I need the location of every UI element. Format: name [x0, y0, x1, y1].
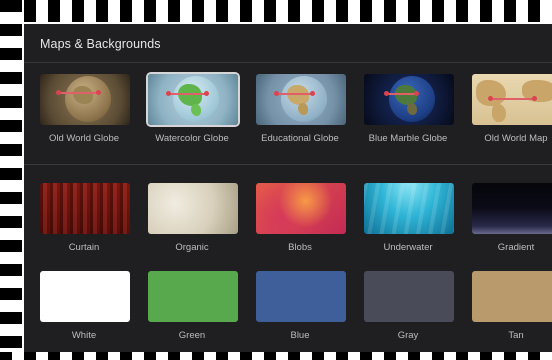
background-label: White: [71, 330, 97, 341]
panel-title: Maps & Backgrounds: [40, 37, 161, 51]
globe-icon: [173, 76, 219, 122]
underwater-swatch: [364, 183, 454, 234]
dashed-border-left: [0, 0, 22, 360]
dashed-border-bottom: [0, 352, 552, 360]
background-label: Gradient: [497, 242, 535, 253]
white-swatch: [40, 271, 130, 322]
curtain-swatch: [40, 183, 130, 234]
background-label: Green: [178, 330, 206, 341]
map-label: Educational Globe: [261, 133, 339, 144]
background-label: Underwater: [383, 242, 433, 253]
organic-swatch: [148, 183, 238, 234]
background-label: Organic: [175, 242, 209, 253]
gray-swatch: [364, 271, 454, 322]
map-label: Blue Marble Globe: [368, 133, 448, 144]
gradient-swatch: [472, 183, 552, 234]
globe-icon: [389, 76, 435, 122]
old-world-globe-thumbnail: [40, 74, 130, 125]
background-label: Blue: [290, 330, 310, 341]
background-label: Curtain: [68, 242, 100, 253]
background-label: Tan: [508, 330, 524, 341]
watercolor-globe-thumbnail: [148, 74, 238, 125]
tan-swatch: [472, 271, 552, 322]
blobs-swatch: [256, 183, 346, 234]
blue-marble-globe-thumbnail: [364, 74, 454, 125]
panel-header: Maps & Backgrounds: [24, 24, 552, 63]
globe-icon: [65, 76, 111, 122]
globe-icon: [281, 76, 327, 122]
dashed-border-top: [0, 0, 552, 22]
old-world-map-thumbnail: [472, 74, 552, 125]
background-label: Blobs: [288, 242, 312, 253]
green-swatch: [148, 271, 238, 322]
map-label: Old World Map: [484, 133, 548, 144]
maps-backgrounds-panel: Maps & Backgrounds Old World Globe Water…: [24, 24, 552, 352]
map-label: Watercolor Globe: [155, 133, 229, 144]
section-divider: [24, 164, 552, 165]
blue-swatch: [256, 271, 346, 322]
background-label: Gray: [397, 330, 419, 341]
screenshot-stage: Maps & Backgrounds Old World Globe Water…: [0, 0, 552, 360]
map-label: Old World Globe: [48, 133, 120, 144]
educational-globe-thumbnail: [256, 74, 346, 125]
